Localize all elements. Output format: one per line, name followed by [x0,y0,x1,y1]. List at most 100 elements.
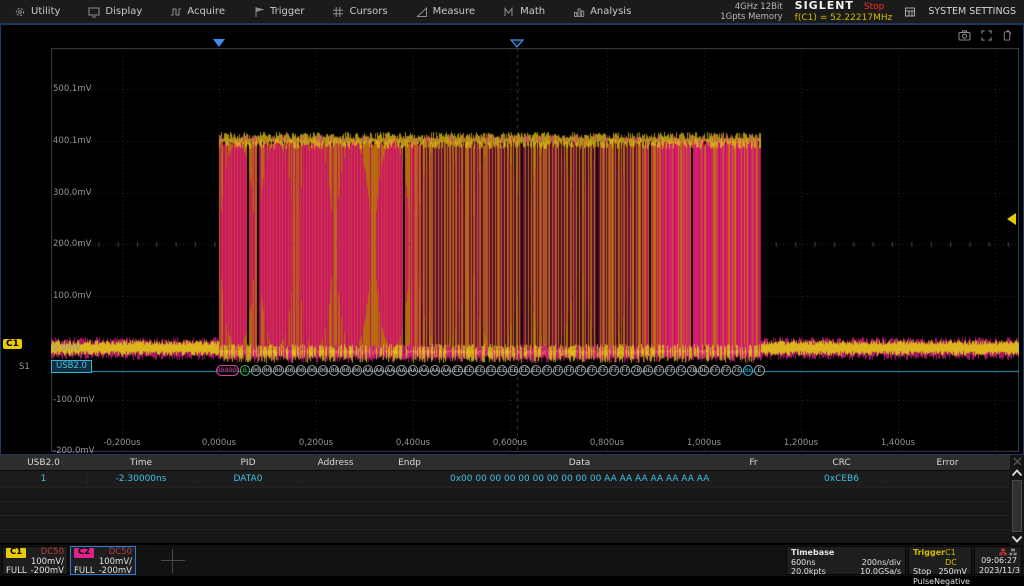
decode-bubble-data: AA [430,365,440,376]
network-status-icons [979,548,1017,556]
channel2-descriptor[interactable]: C2 DC50 100mV/ FULL -200mV [70,546,136,575]
clock-date: 2023/11/3 [979,566,1017,576]
zoom-crosshair-icon[interactable] [981,30,992,41]
menu-item-display[interactable]: Display [74,0,156,23]
menu-item-utility[interactable]: Utility [0,0,74,23]
trigger-type: Pulse [913,577,934,586]
scroll-down-icon[interactable] [1010,533,1024,545]
channel2-coupling: DC50 [109,548,132,557]
decode-bubble-data: 00 [296,365,306,376]
table-header-row: USB2.0TimePIDAddressEndpDataFrCRCError [0,455,1010,470]
decode-bubble-data: FF [609,365,619,376]
trigger-level: 250mV [938,567,967,577]
trigger-level-arrow[interactable] [1007,213,1016,225]
table-header-cell: CRC [798,458,886,468]
decode-bubble-data: FF [542,365,552,376]
menu-item-label: Math [520,6,545,17]
bottom-status-bar: C1 DC50 100mV/ FULL -200mV C2 DC50 100mV… [0,545,1024,576]
time-label: 1,400us [881,438,915,448]
scrollbar-thumb[interactable] [1012,480,1022,532]
table-row [0,515,1010,529]
menu-item-cursors[interactable]: Cursors [318,0,401,23]
channel1-axis-badge[interactable]: C1 [3,339,22,349]
table-row[interactable]: 1-2.30000nsDATA00x00 00 00 00 00 00 00 0… [0,470,1010,487]
decode-bubble-data: 00 [329,365,339,376]
scroll-up-icon[interactable] [1010,467,1024,479]
datetime-box[interactable]: 09:06:27 2023/11/3 [974,546,1022,575]
timebase-descriptor[interactable]: Timebase 600ns 200ns/div 20.0kpts 10.0GS… [786,546,906,575]
trigger-source: C1 DC [945,548,967,567]
delay-reference-marker[interactable] [510,39,524,48]
rotate-display-icon[interactable] [1002,30,1013,41]
menu-item-measure[interactable]: Measure [402,0,490,23]
screenshot-camera-icon[interactable] [958,30,971,41]
table-close-button[interactable] [1010,455,1024,467]
decode-bubble-data: AA [396,365,406,376]
voltage-label: 200.0mV [53,239,91,249]
decode-bubble-data: DE [698,365,708,376]
trigger-slope: Negative [934,577,970,586]
acquisition-status: Stop [864,2,884,13]
table-header-cell: PID [195,458,302,468]
channel1-descriptor[interactable]: C1 DC50 100mV/ FULL -200mV [2,546,68,575]
add-channel-button[interactable] [138,546,208,575]
table-header-cell: Address [302,458,370,468]
time-label: 1,000us [687,438,721,448]
spec-bandwidth: 4GHz 12Bit [720,2,782,12]
time-label: 0,200us [299,438,333,448]
menu-item-trigger[interactable]: Trigger [239,0,319,23]
acquire-icon [170,6,182,18]
system-settings-button[interactable]: SYSTEM SETTINGS [928,6,1016,17]
menu-item-math[interactable]: Math [489,0,559,23]
time-label: 0,000us [202,438,236,448]
voltage-label: 300.0mV [53,188,91,198]
grid-icon [904,6,916,18]
decode-bubble-data: EE [508,365,518,376]
decode-bubble-data: FF [598,365,608,376]
display-corner-icons [958,30,1013,41]
table-header-cell: Data [450,458,710,468]
table-header-cell: Endp [370,458,450,468]
menu-item-label: Analysis [590,6,631,17]
decode-bubble-data: FC [676,365,686,376]
timebase-delay: 600ns [791,558,816,568]
menu-item-label: Trigger [270,6,305,17]
decode-bubble-data: FF [564,365,574,376]
bus-protocol-badge[interactable]: USB2.0 [51,360,92,373]
decode-bubble-data: FF [620,365,630,376]
menu-item-label: Utility [31,6,60,17]
decode-bubble-data: FF [575,365,585,376]
plus-icon [161,549,185,573]
decode-bubble-data: FF [654,365,664,376]
table-scrollbar [1010,455,1024,545]
table-cell: DATA0 [195,474,302,484]
decode-bubble-data: AA [441,365,451,376]
decode-bubble-data: EE [531,365,541,376]
channel1-name-badge: C1 [6,548,26,558]
menu-item-acquire[interactable]: Acquire [156,0,239,23]
menu-item-label: Acquire [187,6,225,17]
timebase-points: 20.0kpts [791,567,826,577]
decode-bubble-data: FF [721,365,731,376]
table-row [0,501,1010,515]
measure-icon [416,6,428,18]
table-row [0,487,1010,501]
display-icon [88,6,100,18]
trigger-status: Stop [913,567,931,577]
timebase-scale: 200ns/div [862,558,901,568]
decode-bubble-data: 00 [273,365,283,376]
waveform-graticule[interactable] [51,48,1019,452]
table-row [0,529,1010,543]
channel1-bandwidth: FULL [6,567,27,576]
menu-item-analysis[interactable]: Analysis [559,0,645,23]
time-label: 1,200us [784,438,818,448]
time-label: -0,200us [103,438,140,448]
table-cell: 0xCEB6 [798,474,886,484]
decode-bubble-data: FF [665,365,675,376]
trigger-descriptor[interactable]: Trigger C1 DC Stop 250mV Pulse Negative [908,546,972,575]
timebase-title: Timebase [791,548,834,558]
decode-bubble-data: FF [553,365,563,376]
brand-logo: SIGLENT [795,0,854,11]
trigger-position-marker[interactable] [213,39,225,47]
decode-bubble-data: 00 [318,365,328,376]
